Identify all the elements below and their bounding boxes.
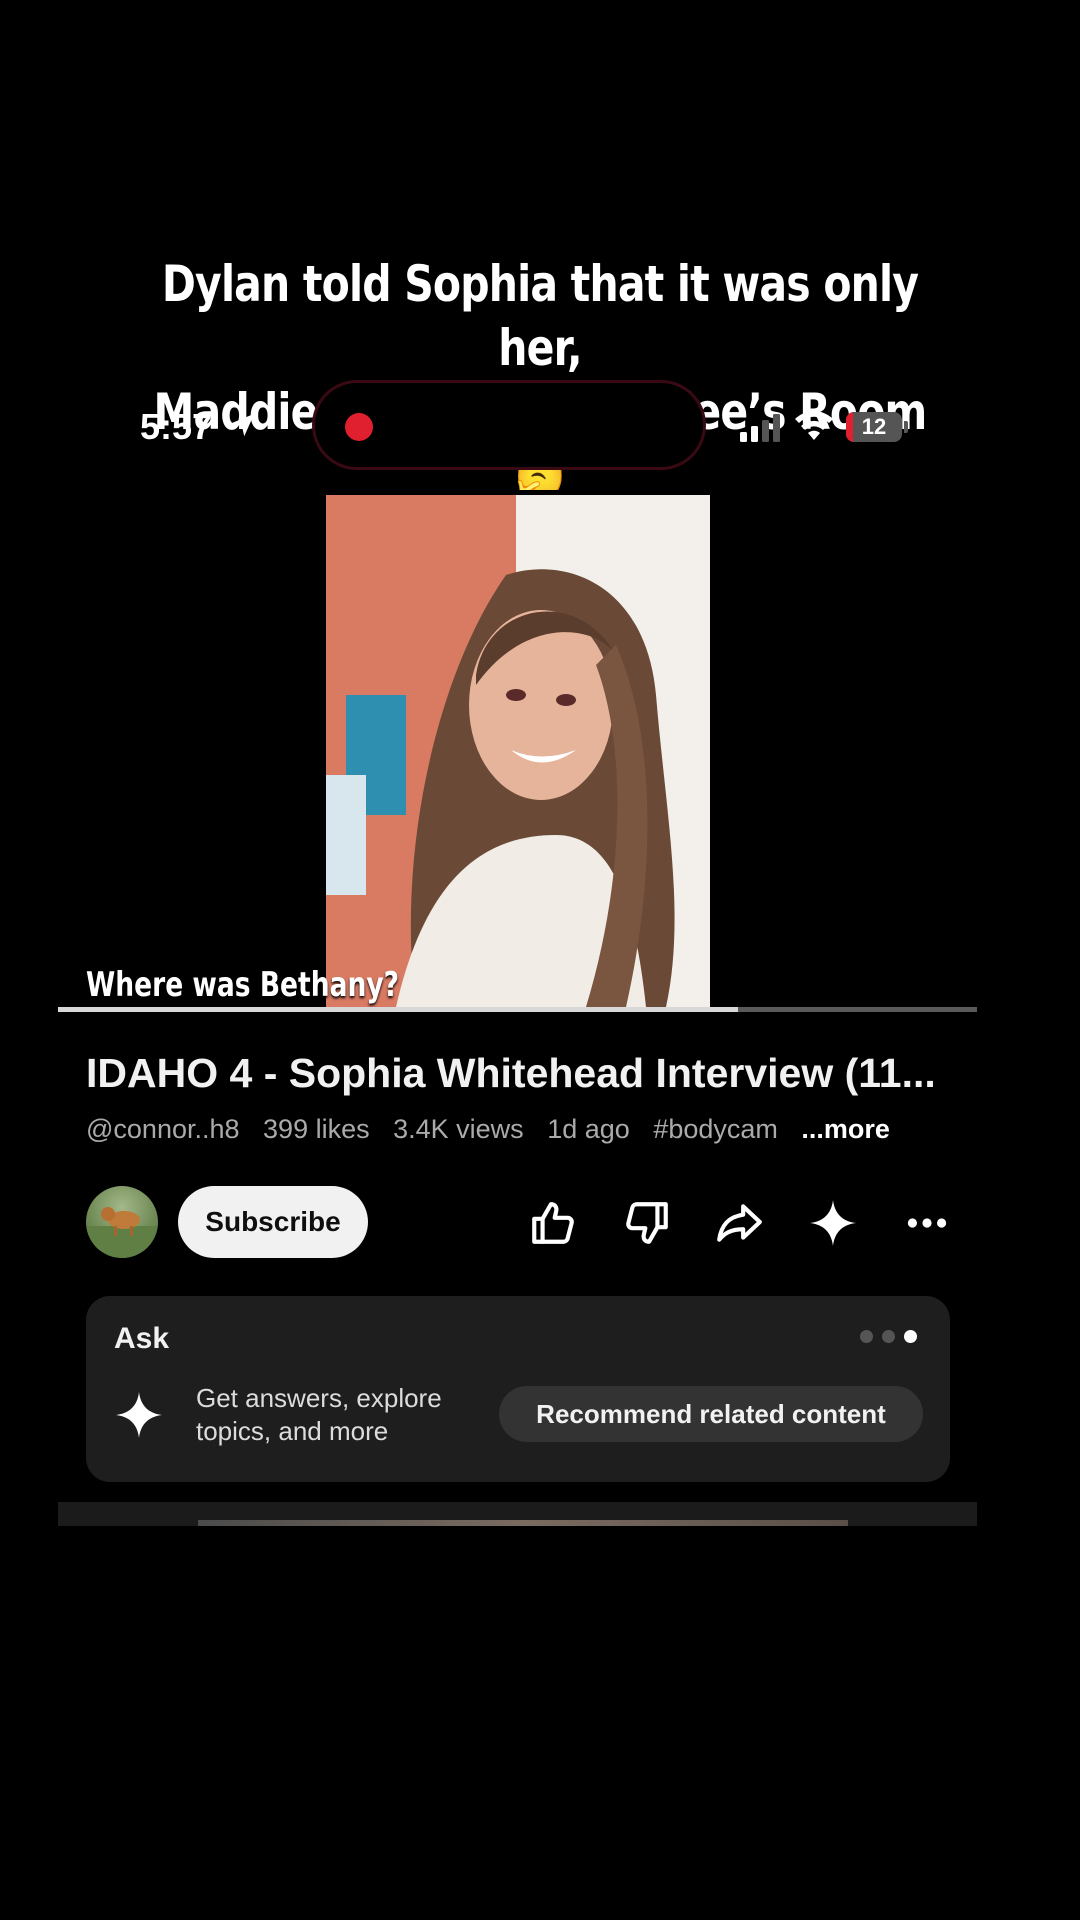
- page-dot-active: [904, 1330, 917, 1343]
- hashtag-link[interactable]: #bodycam: [653, 1114, 778, 1144]
- sparkle-icon[interactable]: [808, 1198, 858, 1248]
- dynamic-island[interactable]: [312, 380, 706, 470]
- ask-card: Ask Get answers, explore topics, and mor…: [86, 1296, 950, 1482]
- video-thumbnail: [326, 495, 710, 1007]
- thumbs-up-icon[interactable]: [528, 1198, 578, 1248]
- channel-avatar[interactable]: [86, 1186, 158, 1258]
- status-bar: 5:57 12: [0, 380, 1080, 476]
- cellular-signal-icon: [740, 414, 780, 442]
- video-subtitle-caption: Where was Bethany?: [86, 965, 400, 1005]
- video-progress-bar[interactable]: [58, 1007, 977, 1012]
- ask-pagination-dots: [860, 1330, 920, 1344]
- status-time: 5:57: [140, 406, 213, 447]
- video-progress-fill: [58, 1007, 739, 1012]
- next-video-peek[interactable]: [58, 1502, 977, 1526]
- video-title[interactable]: IDAHO 4 - Sophia Whitehead Interview (11…: [86, 1050, 936, 1097]
- location-arrow-icon: [231, 413, 255, 437]
- page-dot: [860, 1330, 873, 1343]
- upload-age: 1d ago: [547, 1114, 630, 1144]
- dog-avatar-image: [86, 1207, 158, 1258]
- likes-count: 399 likes: [263, 1114, 370, 1144]
- views-count: 3.4K views: [393, 1114, 524, 1144]
- ask-description: Get answers, explore topics, and more: [196, 1383, 442, 1446]
- page-dot: [882, 1330, 895, 1343]
- battery-cap: [904, 421, 908, 433]
- share-icon[interactable]: [714, 1198, 764, 1248]
- battery-level: 12: [861, 414, 887, 439]
- subscribe-button[interactable]: Subscribe: [178, 1186, 368, 1258]
- action-row: Subscribe: [86, 1186, 956, 1258]
- more-icon[interactable]: [902, 1198, 952, 1248]
- wifi-icon: [795, 411, 833, 440]
- ask-sparkle-icon: [116, 1392, 162, 1438]
- video-metadata: @connor..h8 399 likes 3.4K views 1d ago …: [86, 1114, 906, 1145]
- video-player[interactable]: [58, 490, 977, 1010]
- portrait-image: [326, 495, 710, 1007]
- next-video-thumbnail: [198, 1520, 848, 1526]
- thumbs-down-icon[interactable]: [622, 1198, 672, 1248]
- recommend-related-content-chip[interactable]: Recommend related content: [499, 1386, 923, 1442]
- overlay-caption-line-1: Dylan told Sophia that it was only her,: [161, 255, 919, 377]
- channel-handle[interactable]: @connor..h8: [86, 1114, 240, 1144]
- battery-icon: 12: [846, 412, 902, 442]
- recording-dot-icon: [345, 413, 373, 441]
- more-description-link[interactable]: ...more: [801, 1114, 890, 1144]
- ask-title: Ask: [114, 1322, 170, 1355]
